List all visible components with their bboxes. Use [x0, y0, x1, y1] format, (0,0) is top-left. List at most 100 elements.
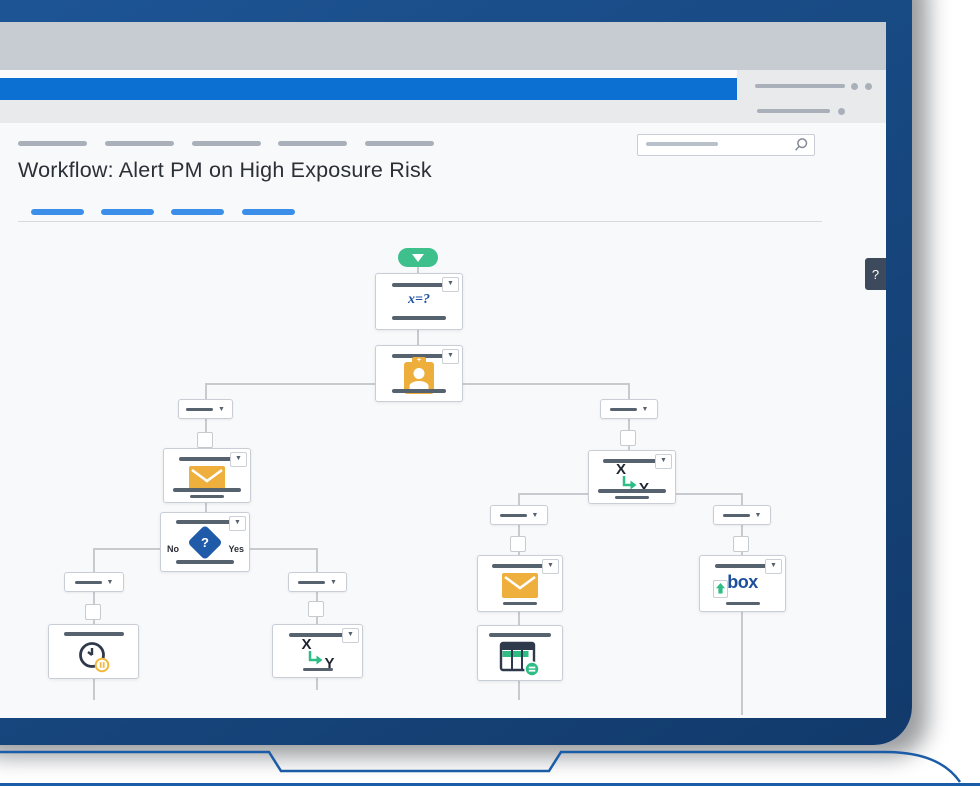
caret-down-icon[interactable]: ▼: [330, 579, 337, 586]
condition-pill[interactable]: ▼: [713, 505, 771, 525]
caret-down-icon[interactable]: ▼: [755, 512, 762, 519]
header-strip: [0, 70, 737, 78]
search-placeholder-line: [646, 142, 718, 146]
connector-handle[interactable]: [85, 604, 101, 620]
connector-yes: [248, 548, 316, 550]
tab-placeholder[interactable]: [31, 209, 84, 215]
caret-down-icon[interactable]: ▼: [229, 516, 246, 531]
node-title-placeholder: [288, 633, 347, 637]
connector: [417, 328, 419, 345]
tab-placeholder[interactable]: [171, 209, 224, 215]
badge-clip: +: [412, 357, 426, 364]
connector: [316, 676, 318, 690]
caret-down-icon[interactable]: ▼: [655, 454, 672, 469]
formula-icon: x=?: [408, 292, 430, 307]
node-text-placeholder: [173, 488, 241, 492]
caret-down-icon[interactable]: ▼: [342, 628, 359, 643]
condition-pill[interactable]: ▼: [490, 505, 548, 525]
node-formula[interactable]: x=? ▼: [375, 273, 463, 330]
caret-down-icon[interactable]: ▼: [765, 559, 782, 574]
connector-handle[interactable]: [197, 432, 213, 448]
app-nav-bar: [0, 78, 737, 100]
node-delay[interactable]: [48, 624, 139, 679]
connector-handle[interactable]: [733, 536, 749, 552]
node-box[interactable]: box ▼: [699, 555, 786, 612]
menu-item-placeholder[interactable]: [278, 141, 347, 146]
connector-handle[interactable]: [308, 601, 324, 617]
caret-down-icon[interactable]: ▼: [642, 406, 649, 413]
search-icon[interactable]: [793, 137, 809, 153]
toolbar-dot-icon: [865, 83, 872, 90]
node-email-left[interactable]: ▼: [163, 448, 251, 503]
connector-handle[interactable]: [510, 536, 526, 552]
connector: [205, 383, 207, 399]
condition-placeholder: [298, 580, 326, 584]
page-title: Workflow: Alert PM on High Exposure Risk: [18, 158, 432, 182]
connector: [518, 493, 520, 505]
connector-no: [93, 548, 160, 550]
condition-pill[interactable]: ▼: [288, 572, 347, 592]
header-divider: [18, 221, 822, 222]
menu-item-placeholder[interactable]: [365, 141, 434, 146]
search-input[interactable]: [637, 134, 815, 156]
start-node[interactable]: [398, 248, 438, 267]
node-decision[interactable]: ? No Yes ▼: [160, 512, 250, 572]
person-head: [413, 368, 425, 379]
caret-down-icon[interactable]: ▼: [442, 277, 459, 292]
node-change-cell-right[interactable]: X Y ▼: [588, 450, 676, 504]
browser-title-bar: [0, 22, 886, 70]
condition-placeholder: [722, 513, 750, 517]
node-text-placeholder: [725, 602, 760, 605]
tab-placeholder[interactable]: [242, 209, 295, 215]
caret-down-icon[interactable]: ▼: [442, 349, 459, 364]
connector: [461, 383, 628, 385]
node-title-placeholder: [392, 283, 446, 287]
tab-placeholder[interactable]: [101, 209, 154, 215]
menu-item-placeholder[interactable]: [18, 141, 87, 146]
subbar-placeholder-line: [757, 109, 830, 113]
node-text-placeholder: [190, 495, 224, 498]
caret-down-icon[interactable]: ▼: [532, 512, 539, 519]
connector: [518, 493, 588, 495]
menu-item-placeholder[interactable]: [192, 141, 261, 146]
connector: [316, 548, 318, 572]
caret-down-icon[interactable]: ▼: [542, 559, 559, 574]
caret-down-icon[interactable]: ▼: [218, 406, 225, 413]
grid-rows-icon: [499, 641, 540, 677]
node-contact[interactable]: + ▼: [375, 345, 463, 402]
connector: [674, 493, 741, 495]
condition-pill[interactable]: ▼: [178, 399, 233, 419]
condition-placeholder: [74, 580, 102, 584]
node-title-placeholder: [489, 633, 551, 637]
toolbar-dot-icon: [851, 83, 858, 90]
connector: [205, 383, 375, 385]
node-title-placeholder: [714, 564, 771, 568]
box-upload-icon: [713, 580, 728, 598]
condition-pill[interactable]: ▼: [600, 399, 658, 419]
node-title-placeholder: [176, 520, 234, 524]
node-row-grid[interactable]: [477, 625, 563, 681]
connector: [741, 493, 743, 505]
node-text-placeholder: [392, 389, 446, 393]
node-title-placeholder: [179, 457, 235, 461]
connector: [741, 610, 743, 715]
help-button[interactable]: ?: [865, 258, 886, 290]
connector: [316, 616, 318, 624]
connector: [628, 383, 630, 399]
start-arrow-icon: [412, 253, 424, 262]
node-text-placeholder: [615, 496, 649, 499]
condition-placeholder: [609, 407, 637, 411]
connector: [93, 590, 95, 604]
connector: [93, 677, 95, 700]
connector: [205, 417, 207, 432]
connector-handle[interactable]: [620, 430, 636, 446]
condition-placeholder: [499, 513, 527, 517]
caret-down-icon[interactable]: ▼: [230, 452, 247, 467]
node-title-placeholder: [603, 459, 661, 463]
condition-pill[interactable]: ▼: [64, 572, 124, 592]
caret-down-icon[interactable]: ▼: [107, 579, 114, 586]
toolbar-placeholder-line: [755, 84, 845, 88]
node-email-mid[interactable]: ▼: [477, 555, 563, 612]
menu-item-placeholder[interactable]: [105, 141, 174, 146]
node-change-cell-left[interactable]: X Y ▼: [272, 624, 363, 678]
